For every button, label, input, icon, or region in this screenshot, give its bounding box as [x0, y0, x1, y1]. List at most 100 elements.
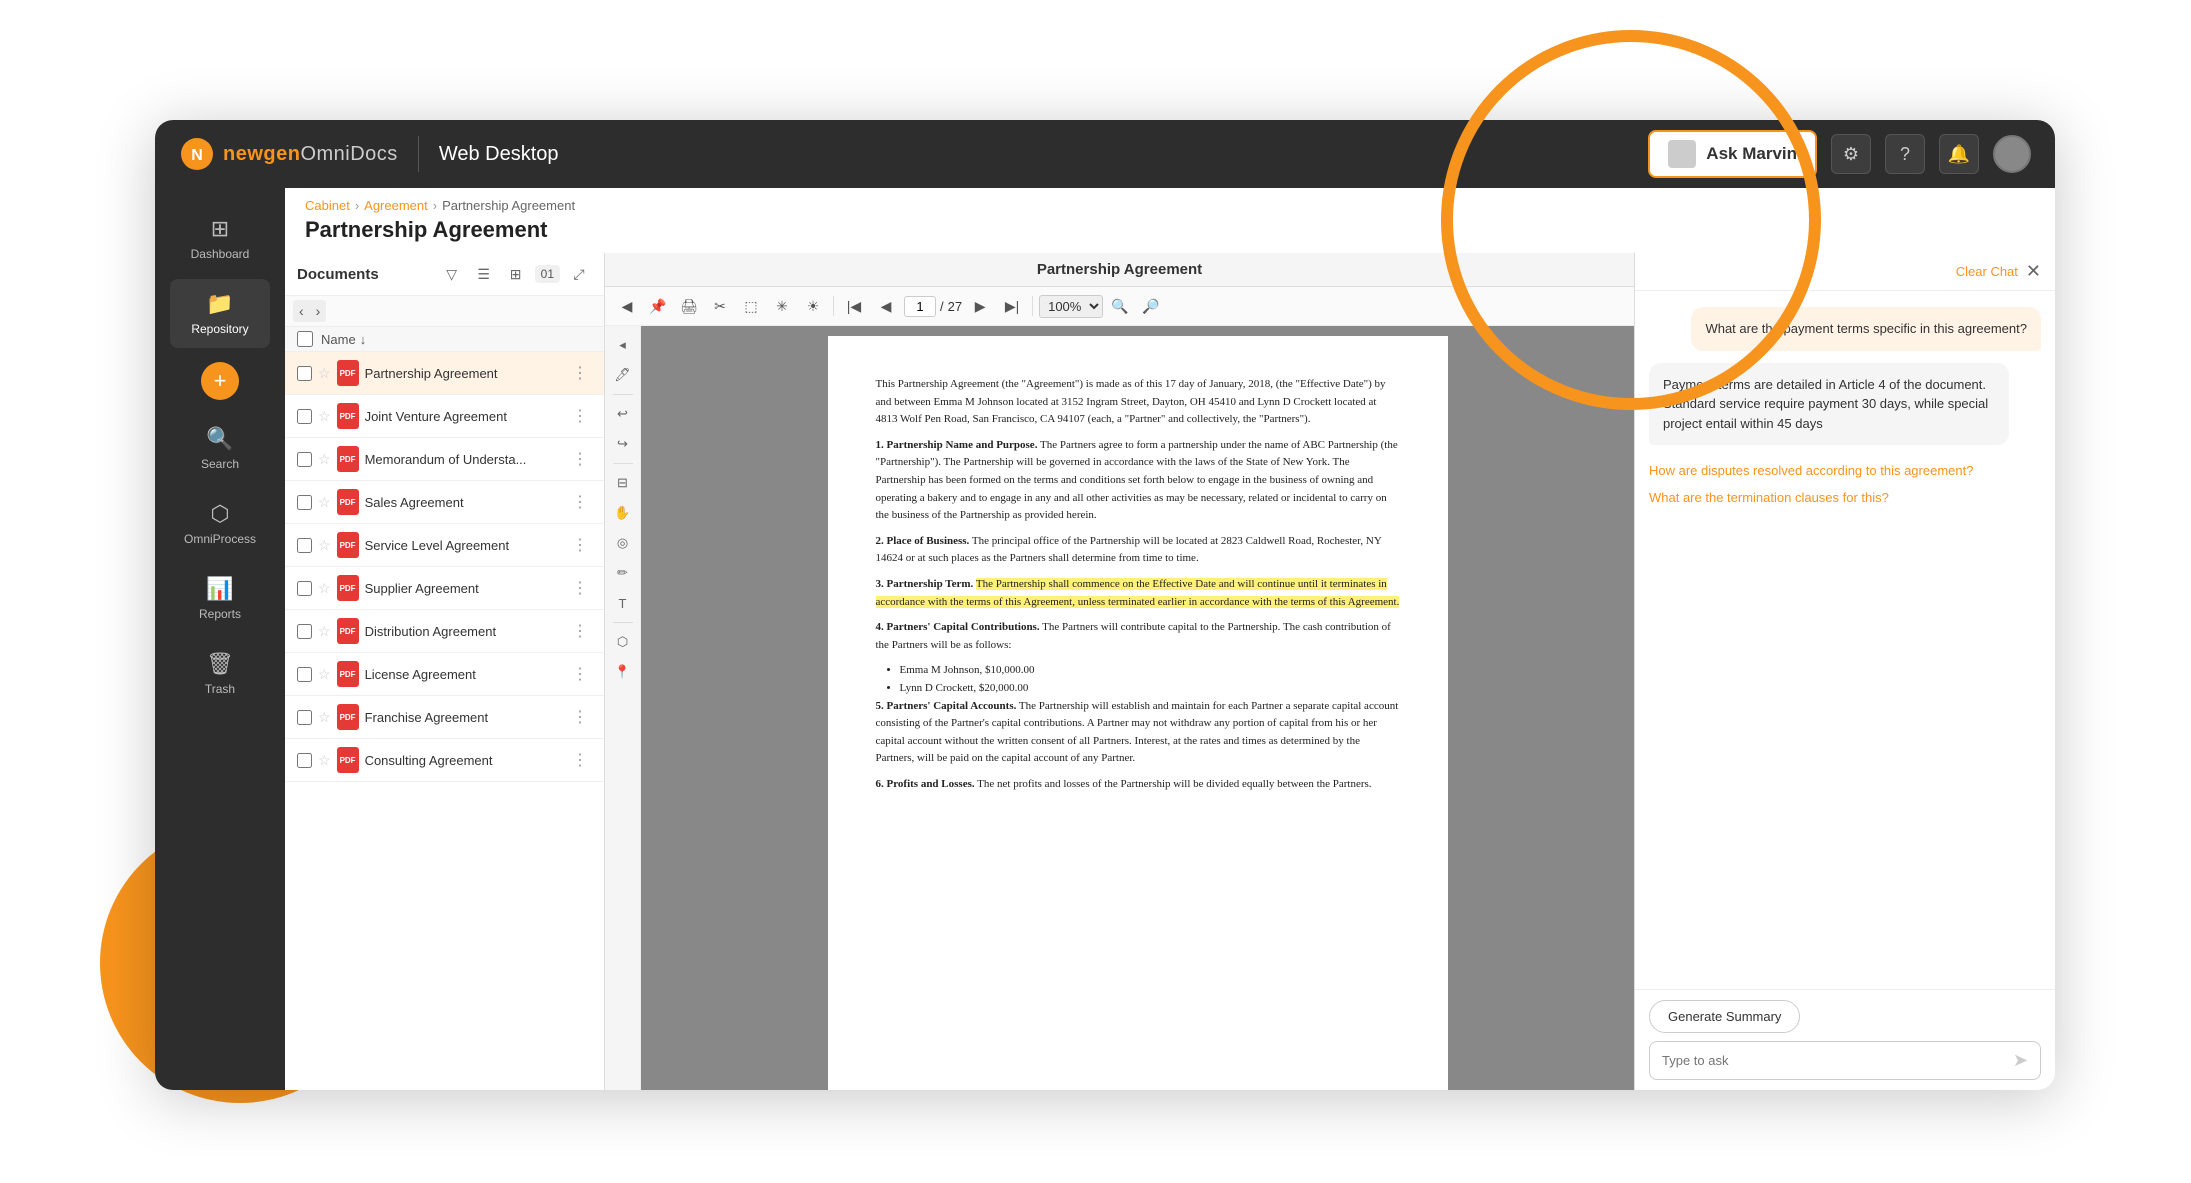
doc-name-9: Consulting Agreement — [365, 753, 562, 768]
doc-item-7[interactable]: ☆ PDF License Agreement ⋮ — [285, 653, 604, 696]
chat-input[interactable] — [1662, 1053, 2005, 1068]
ask-marvin-button[interactable]: Ask Marvin — [1648, 130, 1817, 178]
sidebar-item-label-repository: Repository — [191, 322, 248, 336]
doc-checkbox-6[interactable] — [297, 624, 312, 639]
doc-more-btn-0[interactable]: ⋮ — [568, 363, 592, 383]
doc-more-btn-5[interactable]: ⋮ — [568, 578, 592, 598]
zoom-in-btn[interactable]: 🔍 — [1106, 292, 1134, 320]
doc-star-4[interactable]: ☆ — [318, 537, 331, 554]
zoom-out-btn[interactable]: 🔎 — [1137, 292, 1165, 320]
doc-checkbox-0[interactable] — [297, 366, 312, 381]
left-tool-collapse[interactable]: ◂ — [610, 332, 636, 358]
left-tool-text[interactable]: T — [610, 590, 636, 616]
left-tool-undo[interactable]: ↩ — [610, 401, 636, 427]
doc-star-5[interactable]: ☆ — [318, 580, 331, 597]
left-tool-highlight[interactable]: 🖊 — [610, 362, 636, 388]
docs-prev-btn[interactable]: ‹ — [293, 300, 310, 322]
doc-checkbox-9[interactable] — [297, 753, 312, 768]
doc-item-8[interactable]: ☆ PDF Franchise Agreement ⋮ — [285, 696, 604, 739]
viewer-back-btn[interactable]: ◀ — [613, 292, 641, 320]
doc-star-7[interactable]: ☆ — [318, 666, 331, 683]
sidebar-item-trash[interactable]: 🗑 Trash — [170, 639, 270, 708]
doc-star-0[interactable]: ☆ — [318, 365, 331, 382]
viewer-select-btn[interactable]: ⬚ — [737, 292, 765, 320]
pdf-section4: 4. Partners' Capital Contributions. The … — [876, 619, 1400, 654]
viewer-print-btn[interactable]: 🖨 — [675, 292, 703, 320]
sidebar-item-dashboard[interactable]: ⊞ Dashboard — [170, 204, 270, 273]
user-avatar[interactable] — [1993, 135, 2031, 173]
notifications-button[interactable]: 🔔 — [1939, 134, 1979, 174]
prev-page-btn[interactable]: ◀ — [872, 292, 900, 320]
next-page-btn[interactable]: ▶ — [966, 292, 994, 320]
doc-checkbox-5[interactable] — [297, 581, 312, 596]
doc-more-btn-7[interactable]: ⋮ — [568, 664, 592, 684]
doc-checkbox-7[interactable] — [297, 667, 312, 682]
doc-item-4[interactable]: ☆ PDF Service Level Agreement ⋮ — [285, 524, 604, 567]
doc-name-5: Supplier Agreement — [365, 581, 562, 596]
viewer-pin-btn[interactable]: 📌 — [644, 292, 672, 320]
viewer-adjust-btn[interactable]: ✳ — [768, 292, 796, 320]
doc-star-9[interactable]: ☆ — [318, 752, 331, 769]
settings-button[interactable]: ⚙ — [1831, 134, 1871, 174]
left-tool-circle[interactable]: ◎ — [610, 530, 636, 556]
left-tool-redo[interactable]: ↪ — [610, 431, 636, 457]
doc-more-btn-8[interactable]: ⋮ — [568, 707, 592, 727]
doc-more-btn-6[interactable]: ⋮ — [568, 621, 592, 641]
clear-chat-button[interactable]: Clear Chat — [1956, 264, 2018, 279]
sidebar-item-search[interactable]: 🔍 Search — [170, 414, 270, 483]
doc-more-btn-3[interactable]: ⋮ — [568, 492, 592, 512]
left-tool-pin2[interactable]: 📍 — [610, 659, 636, 685]
docs-next-btn[interactable]: › — [310, 300, 327, 322]
doc-star-2[interactable]: ☆ — [318, 451, 331, 468]
help-button[interactable]: ? — [1885, 134, 1925, 174]
viewer-sun-btn[interactable]: ☀ — [799, 292, 827, 320]
zoom-select[interactable]: 100% 75% 125% 150% — [1039, 295, 1103, 318]
doc-star-8[interactable]: ☆ — [318, 709, 331, 726]
zoom-out-icon: 🔎 — [1142, 298, 1159, 315]
doc-item-3[interactable]: ☆ PDF Sales Agreement ⋮ — [285, 481, 604, 524]
chat-close-button[interactable]: ✕ — [2026, 261, 2041, 282]
left-tool-rect[interactable]: ⬡ — [610, 629, 636, 655]
chat-link-1[interactable]: How are disputes resolved according to t… — [1649, 461, 2041, 482]
doc-more-btn-2[interactable]: ⋮ — [568, 449, 592, 469]
doc-checkbox-3[interactable] — [297, 495, 312, 510]
sidebar-item-omniprocess[interactable]: ⬡ OmniProcess — [170, 489, 270, 558]
doc-name-4: Service Level Agreement — [365, 538, 562, 553]
first-page-btn[interactable]: |◀ — [840, 292, 868, 320]
sidebar-item-repository[interactable]: 📁 Repository — [170, 279, 270, 348]
doc-item-2[interactable]: ☆ PDF Memorandum of Understa... ⋮ — [285, 438, 604, 481]
doc-star-1[interactable]: ☆ — [318, 408, 331, 425]
expand-button[interactable]: ⤢ — [566, 261, 592, 287]
left-tool-pan[interactable]: ✋ — [610, 500, 636, 526]
chat-send-button[interactable]: ➤ — [2013, 1050, 2028, 1071]
doc-more-btn-4[interactable]: ⋮ — [568, 535, 592, 555]
add-button[interactable]: + — [201, 362, 239, 400]
last-page-btn[interactable]: ▶| — [998, 292, 1026, 320]
doc-item-5[interactable]: ☆ PDF Supplier Agreement ⋮ — [285, 567, 604, 610]
doc-checkbox-1[interactable] — [297, 409, 312, 424]
doc-item-9[interactable]: ☆ PDF Consulting Agreement ⋮ — [285, 739, 604, 782]
doc-item-0[interactable]: ☆ PDF Partnership Agreement ⋮ — [285, 352, 604, 395]
doc-item-6[interactable]: ☆ PDF Distribution Agreement ⋮ — [285, 610, 604, 653]
grid-view-button[interactable]: ⊞ — [503, 261, 529, 287]
sidebar-item-reports[interactable]: 📊 Reports — [170, 564, 270, 633]
filter-button[interactable]: ▽ — [439, 261, 465, 287]
breadcrumb-agreement[interactable]: Agreement — [364, 198, 428, 213]
breadcrumb-cabinet[interactable]: Cabinet — [305, 198, 350, 213]
doc-checkbox-4[interactable] — [297, 538, 312, 553]
doc-checkbox-8[interactable] — [297, 710, 312, 725]
page-input[interactable] — [904, 296, 936, 317]
doc-checkbox-2[interactable] — [297, 452, 312, 467]
left-tool-thumbnail[interactable]: ⊟ — [610, 470, 636, 496]
doc-more-btn-9[interactable]: ⋮ — [568, 750, 592, 770]
doc-star-6[interactable]: ☆ — [318, 623, 331, 640]
list-view-button[interactable]: ☰ — [471, 261, 497, 287]
viewer-crop-btn[interactable]: ✂ — [706, 292, 734, 320]
generate-summary-button[interactable]: Generate Summary — [1649, 1000, 1800, 1033]
left-tool-pencil[interactable]: ✏ — [610, 560, 636, 586]
doc-more-btn-1[interactable]: ⋮ — [568, 406, 592, 426]
select-all-checkbox[interactable] — [297, 331, 313, 347]
doc-star-3[interactable]: ☆ — [318, 494, 331, 511]
chat-link-2[interactable]: What are the termination clauses for thi… — [1649, 488, 2041, 509]
doc-item-1[interactable]: ☆ PDF Joint Venture Agreement ⋮ — [285, 395, 604, 438]
